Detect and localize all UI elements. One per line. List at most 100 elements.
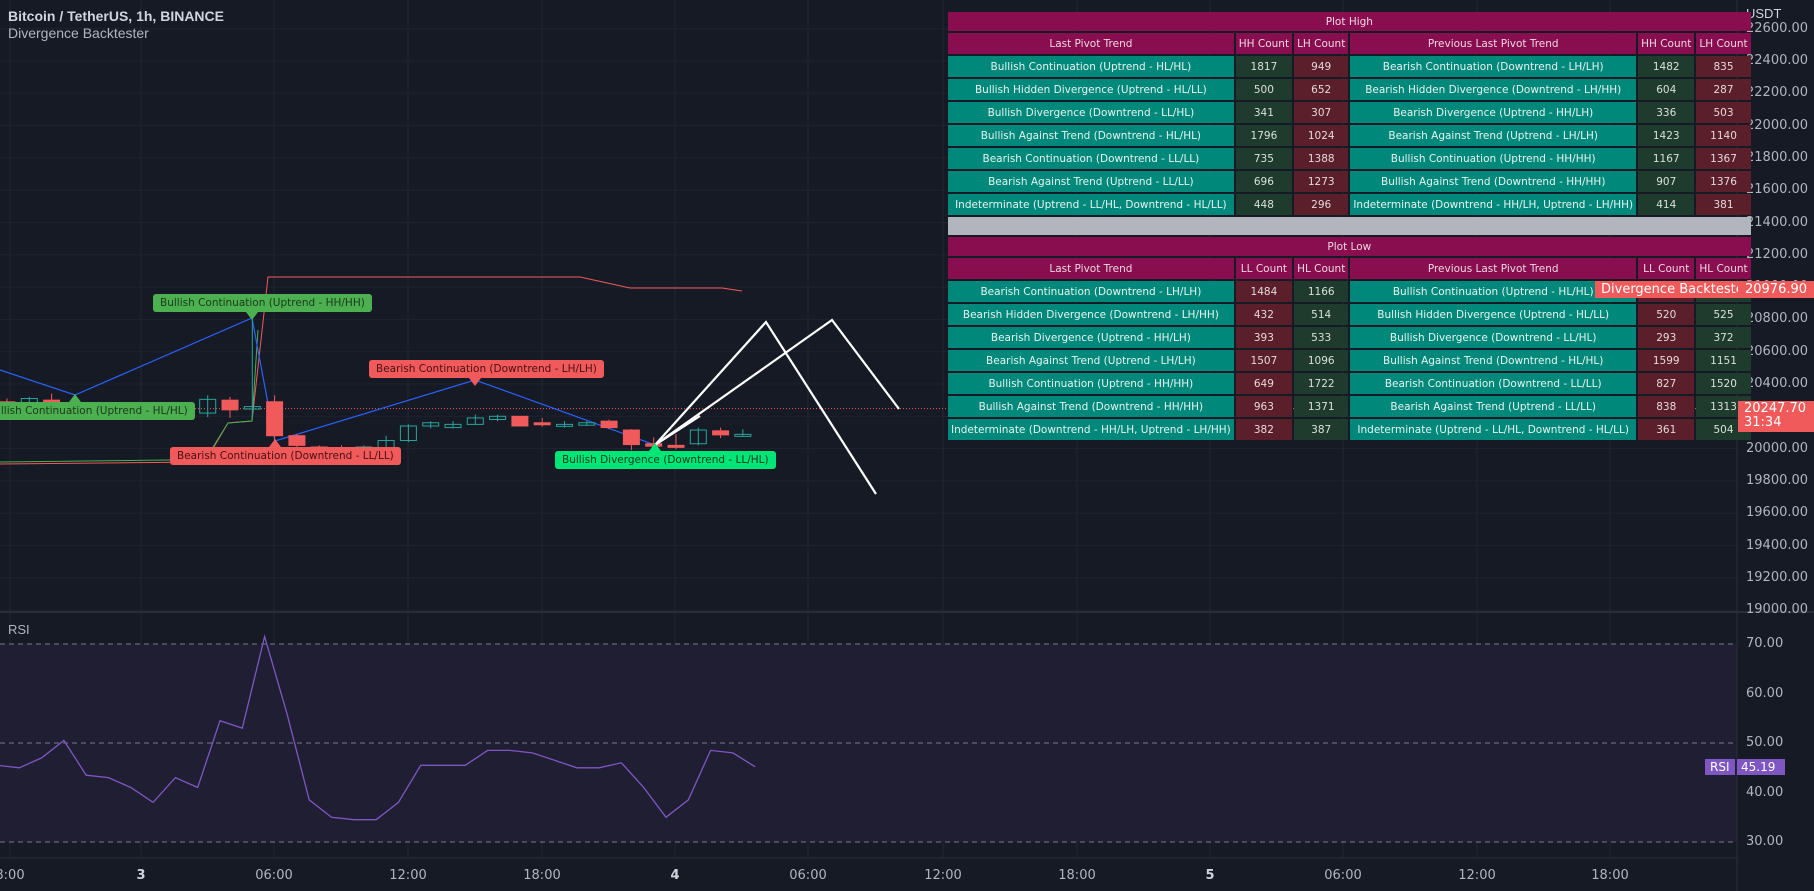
price-tick-label: 21800.00 [1746,149,1809,165]
time-tick-label: 3 [136,868,146,883]
plot_high-header: LH Count [1696,33,1751,54]
count-cell: 696 [1235,171,1293,192]
count-cell: 500 [1235,79,1293,100]
trend-cell: Bullish Hidden Divergence (Uptrend - HL/… [948,79,1234,100]
count-cell: 838 [1638,396,1695,417]
rsi-tick-label: 50.00 [1746,735,1784,750]
trend-cell: Bullish Continuation (Uptrend - HH/HH) [1350,148,1637,169]
count-cell: 1599 [1638,350,1695,371]
count-cell: 381 [1696,194,1751,215]
time-tick-label: 8:00 [0,868,25,883]
time-tick-label: 5 [1205,868,1215,883]
last-price-badge: 20247.70 31:34 [1738,401,1814,432]
count-cell: 649 [1235,373,1293,394]
candle-body [667,444,685,448]
count-cell: 341 [1235,102,1293,123]
price-tick-label: 19000.00 [1746,602,1809,618]
trend-cell: Bearish Against Trend (Uptrend - LL/LL) [948,171,1234,192]
count-cell: 393 [1235,327,1293,348]
candle-body [221,399,239,411]
pivot-label-hl: Bullish Continuation (Uptrend - HL/HL) [0,402,195,420]
trend-cell: Bearish Hidden Divergence (Downtrend - L… [1350,79,1637,100]
plot_high-header: LH Count [1294,33,1349,54]
trend-cell: Bullish Divergence (Downtrend - LL/HL) [1350,327,1637,348]
trend-cell: Bullish Against Trend (Downtrend - HH/HH… [948,396,1234,417]
rsi-pane-title[interactable]: RSI [8,622,30,637]
candle-body [266,401,284,437]
pivot-label-lh: Bearish Continuation (Downtrend - LH/LH) [369,360,604,378]
count-cell: 307 [1294,102,1349,123]
trend-cell: Bearish Continuation (Downtrend - LL/LL) [1350,373,1637,394]
time-tick-label: 12:00 [924,868,962,883]
price-tick-label: 21200.00 [1746,246,1809,262]
trend-cell: Bearish Continuation (Downtrend - LH/LH) [948,281,1234,302]
backtester-table: Plot High Last Pivot Trend HH Count LH Coun… [946,10,1753,442]
count-cell: 414 [1638,194,1695,215]
count-cell: 293 [1638,327,1695,348]
price-tick-label: 20800.00 [1746,311,1809,327]
price-tick-label: 22200.00 [1746,85,1809,101]
rsi-tick-label: 30.00 [1746,834,1784,849]
symbol-title[interactable]: Bitcoin / TetherUS, 1h, BINANCE [8,8,224,25]
rsi-badge-value: 45.19 [1737,759,1785,775]
trend-cell: Bearish Against Trend (Uptrend - LH/LH) [948,350,1234,371]
count-cell: 296 [1294,194,1349,215]
count-cell: 1371 [1294,396,1349,417]
time-tick-label: 06:00 [789,868,827,883]
price-tick-label: 22600.00 [1746,20,1809,36]
time-tick-label: 4 [670,868,680,883]
candle-body [511,415,529,427]
candle-body [600,420,618,429]
count-cell: 1166 [1294,281,1349,302]
price-tick-label: 19200.00 [1746,569,1809,585]
count-cell: 520 [1638,304,1695,325]
count-cell: 525 [1696,304,1751,325]
trend-cell: Bullish Continuation (Uptrend - HL/HL) [948,56,1234,77]
count-cell: 1520 [1696,373,1751,394]
table-row: Bullish Continuation (Uptrend - HH/HH) 64… [948,373,1751,394]
pivot-label-divergence: Bullish Divergence (Downtrend - LL/HL) [555,451,776,469]
candle-body [533,422,551,426]
count-cell: 287 [1696,79,1751,100]
last-price-value: 20247.70 [1744,401,1807,416]
plot_high-header: Last Pivot Trend [948,33,1234,54]
rsi-badge-label: RSI [1705,759,1735,775]
plot_low-header: Previous Last Pivot Trend [1350,258,1637,279]
candle-body [622,429,640,446]
count-cell: 336 [1638,102,1695,123]
trend-cell: Bearish Continuation (Downtrend - LH/LH) [1350,56,1637,77]
table-row: Indeterminate (Downtrend - HH/LH, Uptren… [948,419,1751,440]
count-cell: 1096 [1294,350,1349,371]
trend-cell: Bearish Divergence (Uptrend - HH/LH) [1350,102,1637,123]
count-cell: 1151 [1696,350,1751,371]
table-separator [948,217,1751,235]
count-cell: 604 [1638,79,1695,100]
table-row: Bullish Divergence (Downtrend - LL/HL) 34… [948,102,1751,123]
table-row: Bullish Hidden Divergence (Uptrend - HL/… [948,79,1751,100]
trend-cell: Bullish Continuation (Uptrend - HH/HH) [948,373,1234,394]
pivot-label-hh: Bullish Continuation (Uptrend - HH/HH) [153,294,372,312]
count-cell: 652 [1294,79,1349,100]
count-cell: 1140 [1696,125,1751,146]
count-cell: 1507 [1235,350,1293,371]
price-tick-label: 19400.00 [1746,537,1809,553]
time-tick-label: 18:00 [1058,868,1096,883]
count-cell: 1367 [1696,148,1751,169]
count-cell: 1796 [1235,125,1293,146]
indicator-title[interactable]: Divergence Backtester [8,25,224,42]
trend-cell: Bearish Divergence (Uptrend - HH/LH) [948,327,1234,348]
count-cell: 1482 [1638,56,1695,77]
count-cell: 907 [1638,171,1695,192]
count-cell: 949 [1294,56,1349,77]
count-cell: 1024 [1294,125,1349,146]
count-cell: 1167 [1638,148,1695,169]
count-cell: 361 [1638,419,1695,440]
price-tick-label: 22000.00 [1746,117,1809,133]
trend-cell: Bullish Against Trend (Downtrend - HL/HL… [948,125,1234,146]
price-tick-label: 20400.00 [1746,376,1809,391]
plot_high-header: HH Count [1235,33,1293,54]
price-tick-label: 21400.00 [1746,214,1809,230]
rsi-tick-label: 60.00 [1746,685,1784,701]
plot_low-header: Last Pivot Trend [948,258,1234,279]
price-tick-label: 20000.00 [1746,440,1809,456]
